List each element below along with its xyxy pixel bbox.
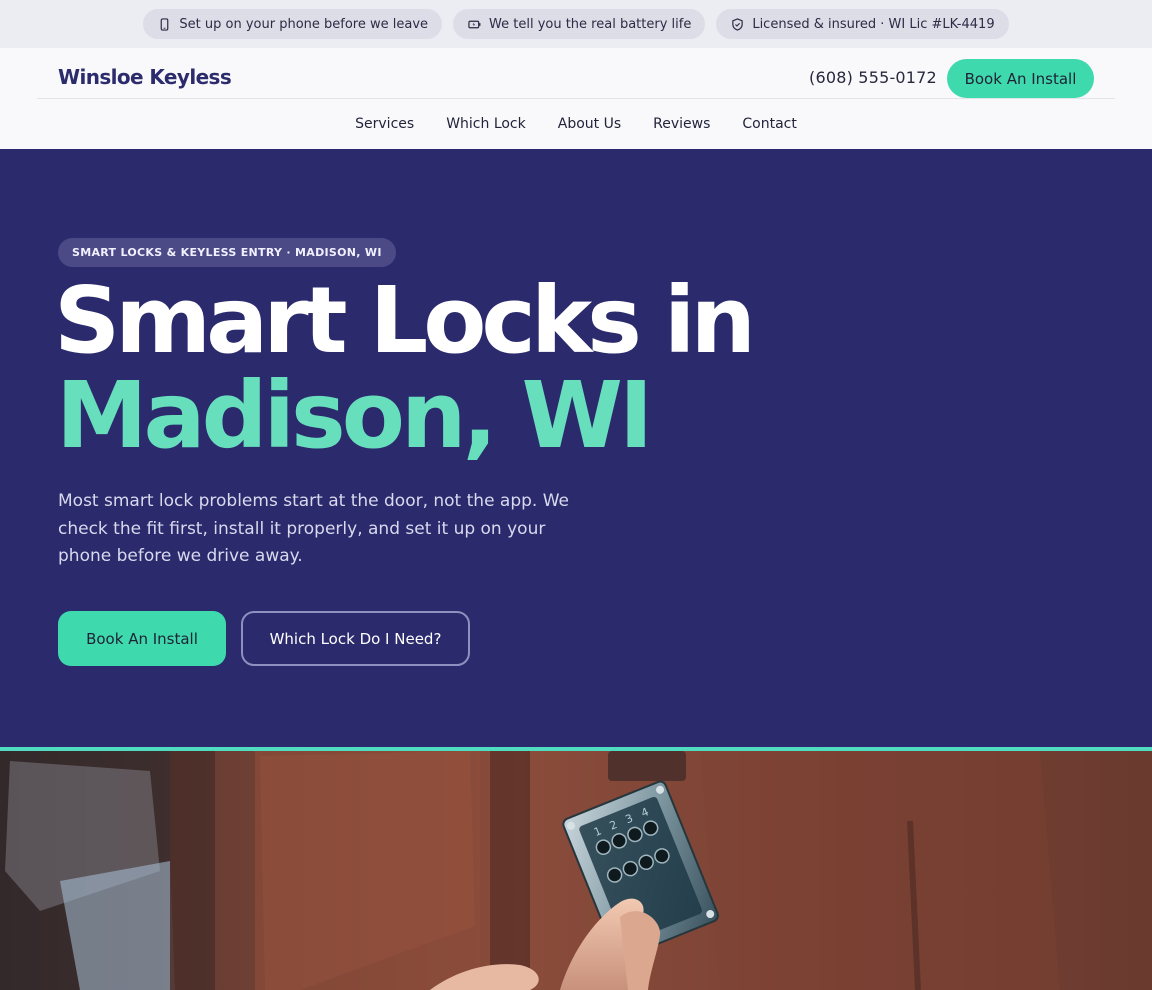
battery-icon [468, 20, 481, 28]
hero-title-line1: Smart Locks in [54, 267, 756, 374]
nav-item-which-lock[interactable]: Which Lock [446, 116, 526, 132]
hero-section: SMART LOCKS & KEYLESS ENTRY · MADISON, W… [0, 149, 1152, 748]
main-nav: Services Which Lock About Us Reviews Con… [0, 98, 1152, 149]
nav-item-reviews[interactable]: Reviews [653, 116, 710, 132]
phone-icon [161, 17, 169, 31]
announcement-pill-battery: We tell you the real battery life [453, 9, 706, 39]
nav-item-services[interactable]: Services [355, 116, 414, 132]
announcement-pill-license: Licensed & insured · WI Lic #LK-4419 [716, 9, 1009, 39]
phone-link[interactable]: (608) 555-0172 [809, 68, 937, 87]
hero-book-install-button[interactable]: Book An Install [58, 611, 226, 666]
nav-item-about-us[interactable]: About Us [558, 116, 621, 132]
brand-logo[interactable]: Winsloe Keyless [58, 65, 232, 89]
announcement-pill-phone-setup: Set up on your phone before we leave [143, 9, 443, 39]
keypad-door-image: 1234 [0, 751, 1152, 990]
site-header: Winsloe Keyless (608) 555-0172 Book An I… [0, 48, 1152, 149]
hero-tag: SMART LOCKS & KEYLESS ENTRY · MADISON, W… [58, 238, 396, 267]
book-install-button[interactable]: Book An Install [947, 59, 1094, 98]
announcement-label: We tell you the real battery life [489, 16, 692, 32]
hero-photo: 1234 [0, 751, 1152, 990]
announcement-bar: Set up on your phone before we leave We … [0, 0, 1152, 48]
hero-lead: Most smart lock problems start at the do… [58, 491, 570, 566]
announcement-label: Set up on your phone before we leave [179, 16, 429, 32]
which-lock-button[interactable]: Which Lock Do I Need? [241, 611, 470, 666]
announcement-label: Licensed & insured · WI Lic #LK-4419 [752, 16, 995, 32]
hero-title-line2: Madison, WI [56, 362, 653, 469]
shield-icon [732, 17, 744, 31]
nav-item-contact[interactable]: Contact [742, 116, 796, 132]
